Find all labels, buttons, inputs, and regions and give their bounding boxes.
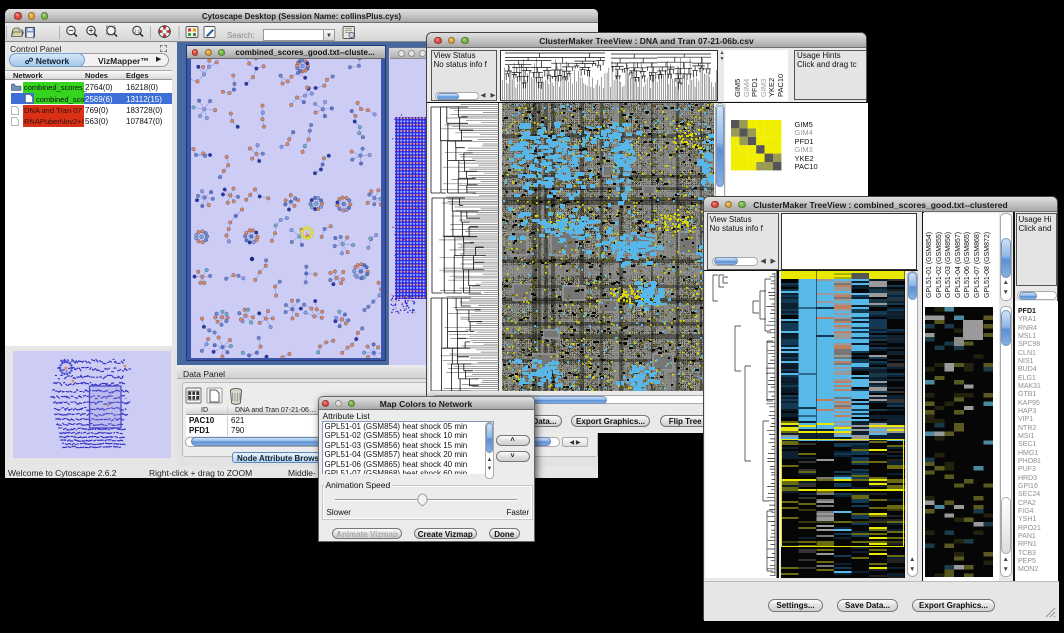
svg-text:1:1: 1:1 [134,29,141,34]
